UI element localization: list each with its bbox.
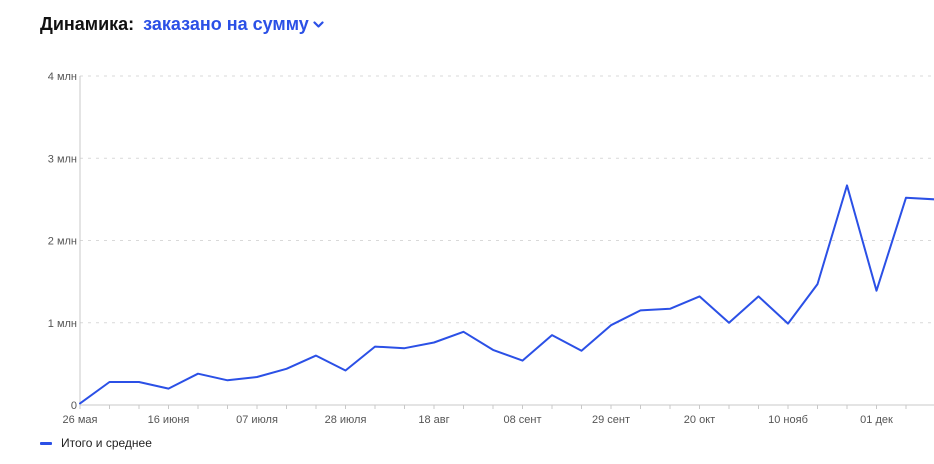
data-point[interactable] <box>402 345 408 351</box>
data-point[interactable] <box>343 367 349 373</box>
x-tick-label: 10 нояб <box>768 414 808 426</box>
data-point[interactable] <box>461 329 467 335</box>
data-point[interactable] <box>638 307 644 313</box>
x-tick-label: 29 сент <box>592 414 630 426</box>
y-tick-label: 4 млн <box>48 71 77 83</box>
data-point[interactable] <box>520 358 526 364</box>
y-tick-label: 3 млн <box>48 153 77 165</box>
data-point[interactable] <box>815 281 821 287</box>
line-chart: 0 1 млн 2 млн 3 млн 4 млн 26 мая 16 июня 07 ию… <box>48 71 934 426</box>
data-point[interactable] <box>874 288 880 294</box>
y-tick-label: 2 млн <box>48 236 77 248</box>
data-point[interactable] <box>372 344 378 350</box>
x-tick-label: 26 мая <box>63 414 98 426</box>
x-tick-labels: 26 мая 16 июня 07 июля 28 июля 18 авг 08 сент… <box>63 414 893 426</box>
data-point[interactable] <box>254 374 260 380</box>
data-point[interactable] <box>785 321 791 327</box>
data-point[interactable] <box>284 366 290 372</box>
data-point[interactable] <box>166 386 172 392</box>
data-point[interactable] <box>490 347 496 353</box>
data-point[interactable] <box>549 332 555 338</box>
x-tick-label: 08 сент <box>503 414 541 426</box>
series-layer <box>77 182 934 406</box>
x-tick-label: 20 окт <box>684 414 715 426</box>
data-point[interactable] <box>579 348 585 354</box>
axis-layer <box>79 76 934 409</box>
y-tick-labels: 0 1 млн 2 млн 3 млн 4 млн <box>48 71 77 412</box>
data-point[interactable] <box>844 182 850 188</box>
x-tick-label: 28 июля <box>325 414 367 426</box>
x-tick-label: 18 авг <box>418 414 449 426</box>
series-line-0 <box>79 184 934 405</box>
grid-layer <box>80 75 934 324</box>
data-point[interactable] <box>195 371 201 377</box>
data-point[interactable] <box>431 339 437 345</box>
data-point[interactable] <box>608 322 614 328</box>
data-point[interactable] <box>136 379 142 385</box>
data-point[interactable] <box>726 320 732 326</box>
chart-legend[interactable]: Итого и среднее <box>40 436 152 450</box>
data-point[interactable] <box>225 377 231 383</box>
y-tick-label: 1 млн <box>48 318 77 330</box>
data-point[interactable] <box>313 353 319 359</box>
legend-swatch <box>40 441 52 445</box>
legend-label: Итого и среднее <box>61 436 152 450</box>
data-point[interactable] <box>107 379 113 385</box>
data-point[interactable] <box>756 293 762 299</box>
x-tick-label: 01 дек <box>860 414 893 426</box>
y-tick-label: 0 <box>71 400 77 412</box>
x-tick-label: 16 июня <box>148 414 190 426</box>
data-point[interactable] <box>903 195 909 201</box>
data-point[interactable] <box>77 400 83 406</box>
data-point[interactable] <box>667 306 673 312</box>
data-point[interactable] <box>697 293 703 299</box>
x-tick-label: 07 июля <box>236 414 278 426</box>
